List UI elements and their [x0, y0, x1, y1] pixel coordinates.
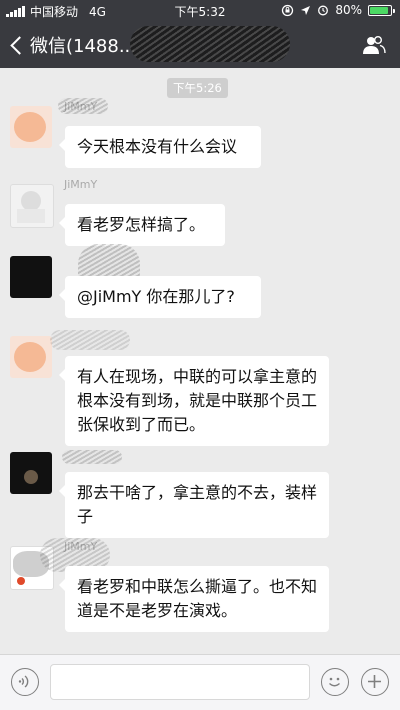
- redaction-scribble: [58, 98, 108, 114]
- alarm-icon: [318, 5, 329, 16]
- chat-area[interactable]: 下午5:26 JiMmY 今天根本没有什么会议 JiMmY 看老罗怎样搞了。 @…: [0, 68, 400, 654]
- redaction-scribble: [50, 330, 130, 350]
- message-bubble[interactable]: 有人在现场，中联的可以拿主意的根本没有到场，就是中联那个员工张保收到了而已。: [59, 356, 329, 446]
- message-bubble[interactable]: 今天根本没有什么会议: [59, 126, 261, 168]
- chat-timestamp: 下午5:26: [167, 78, 228, 98]
- emoji-button[interactable]: [321, 668, 349, 696]
- top-bar: 中国移动 4G 下午5:32 80% 微信(1488...: [0, 0, 400, 68]
- message-bubble[interactable]: 那去干啥了，拿主意的不去，装样子: [59, 472, 329, 538]
- avatar[interactable]: [10, 106, 52, 148]
- avatar[interactable]: [10, 452, 52, 494]
- plus-button[interactable]: [361, 668, 389, 696]
- avatar[interactable]: [10, 256, 52, 298]
- location-icon: [301, 5, 311, 15]
- voice-icon: [18, 675, 29, 688]
- avatar[interactable]: [10, 184, 54, 228]
- lock-rotation-icon: [282, 4, 294, 16]
- nav-bar: 微信(1488...: [0, 22, 400, 68]
- back-label: 微信(1488...: [30, 36, 136, 57]
- message-bubble[interactable]: 看老罗和中联怎么撕逼了。也不知道是不是老罗在演戏。: [59, 566, 329, 632]
- back-button[interactable]: 微信(1488...: [8, 32, 136, 58]
- contacts-icon[interactable]: [362, 34, 386, 56]
- plus-icon: [368, 675, 381, 688]
- emoji-icon: [329, 677, 340, 687]
- avatar[interactable]: [10, 336, 52, 378]
- voice-button[interactable]: [11, 668, 39, 696]
- sender-name: JiMmY: [64, 178, 98, 191]
- input-bar: [0, 654, 400, 710]
- message-input[interactable]: [50, 664, 310, 700]
- battery-label: 80%: [335, 3, 362, 17]
- status-right: 80%: [281, 3, 395, 17]
- back-chevron-icon: [10, 35, 29, 55]
- redaction-scribble: [62, 450, 122, 464]
- redacted-title: [130, 26, 290, 62]
- message-bubble[interactable]: 看老罗怎样搞了。: [59, 204, 225, 246]
- message-bubble[interactable]: @JiMmY 你在那儿了?: [59, 276, 261, 318]
- status-bar: 中国移动 4G 下午5:32 80%: [0, 0, 400, 22]
- battery-icon: [368, 4, 395, 16]
